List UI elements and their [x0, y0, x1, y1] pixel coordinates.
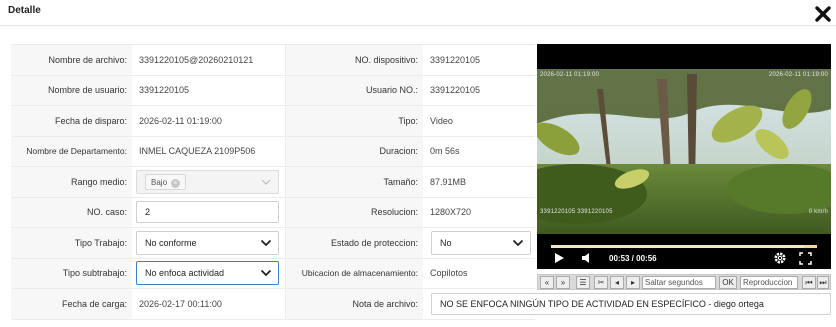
chevron-down-icon	[260, 270, 271, 277]
remove-tag-icon[interactable]: ×	[171, 179, 181, 189]
close-icon[interactable]	[812, 3, 834, 25]
value-tipo: Video	[423, 105, 535, 137]
detail-table: Nombre de archivo: 3391220105@2026021012…	[11, 44, 831, 320]
label-tipo: Tipo:	[285, 105, 423, 137]
video-frame[interactable]: 2026-02-11 01:19:00 2026-02-11 01:19:00 …	[537, 69, 831, 234]
label-fecha-disparo: Fecha de disparo:	[11, 105, 132, 137]
progress-fill	[551, 245, 804, 248]
label-resolucion: Resolucion:	[285, 196, 423, 228]
estado-proteccion-value: No	[440, 237, 452, 248]
label-no-dispositivo: NO. dispositivo:	[285, 44, 423, 76]
value-fecha-carga: 2026-02-17 00:11:00	[132, 288, 286, 320]
jump-seconds-input[interactable]: Saltar segundos	[642, 276, 716, 289]
chevron-down-icon	[260, 239, 271, 247]
tipo-trabajo-select[interactable]: No conforme	[136, 230, 279, 255]
osd-top-right: 2026-02-11 01:19:00	[768, 72, 828, 78]
play-icon[interactable]	[553, 252, 565, 264]
value-usuario-no: 3391220105	[423, 74, 535, 106]
value-nombre-archivo: 3391220105@20260210121	[139, 54, 254, 65]
label-tipo-subtrabajo: Tipo subtrabajo:	[11, 257, 132, 289]
progress-bar[interactable]	[551, 245, 817, 248]
label-duracion: Duracion:	[285, 135, 423, 167]
value-fecha-disparo: 2026-02-11 01:19:00	[132, 105, 286, 137]
chevron-down-icon	[261, 179, 270, 185]
chevron-down-icon	[512, 239, 524, 247]
rango-medio-tag-label: Bajo	[151, 178, 168, 188]
value-no-dispositivo: 3391220105	[423, 44, 535, 76]
time-display: 00:53 / 00:56	[609, 254, 657, 263]
table-row: Rango medio: Bajo × Tamaño: 87.91MB	[11, 166, 535, 198]
table-row: Fecha de disparo: 2026-02-11 01:19:00 Ti…	[11, 105, 535, 137]
value-duracion: 0m 56s	[423, 135, 535, 167]
gear-icon[interactable]	[773, 251, 787, 265]
value-tamano: 87.91MB	[423, 166, 535, 198]
table-row: Nombre de Departamento: INMEL CAQUEZA 21…	[11, 135, 535, 167]
video-player[interactable]: 2026-02-11 01:19:00 2026-02-11 01:19:00 …	[537, 44, 831, 269]
label-estado-proteccion: Estado de proteccion:	[285, 227, 423, 259]
tipo-trabajo-value: No conforme	[145, 237, 197, 248]
value-ubicacion: Copilotos	[423, 257, 535, 289]
next-file-icon[interactable]: ⏭	[817, 276, 829, 289]
label-nombre-usuario: Nombre de usuario:	[11, 74, 132, 106]
frame-back-icon[interactable]: ◂	[610, 276, 624, 289]
rango-medio-tag: Bajo ×	[145, 174, 187, 191]
player-toolbar: « » ☰ ✂ ◂ ▸ Saltar segundos OK Reproducc…	[537, 274, 831, 290]
rewind-icon[interactable]: «	[540, 276, 554, 289]
label-nota-archivo: Nota de archivo:	[285, 288, 423, 320]
tipo-subtrabajo-select[interactable]: No enfoca actividad	[136, 261, 279, 286]
frame-forward-icon[interactable]: ▸	[626, 276, 640, 289]
list-icon[interactable]: ☰	[576, 276, 590, 289]
table-row: Nombre de usuario: 3391220105 Usuario NO…	[11, 74, 535, 106]
osd-bottom-right: 0 km/h	[808, 209, 828, 215]
scissors-icon[interactable]: ✂	[594, 276, 608, 289]
label-rango-medio: Rango medio:	[11, 166, 132, 198]
value-resolucion: 1280X720	[423, 196, 535, 228]
label-ubicacion: Ubicacion de almacenamiento:	[285, 257, 423, 289]
label-tipo-trabajo: Tipo Trabajo:	[11, 227, 132, 259]
tipo-subtrabajo-value: No enfoca actividad	[145, 268, 225, 279]
table-row: NO. caso: 2 Resolucion: 1280X720	[11, 196, 535, 228]
label-tamano: Tamaño:	[285, 166, 423, 198]
label-usuario-no: Usuario NO.:	[285, 74, 423, 106]
no-caso-input[interactable]: 2	[136, 201, 279, 224]
table-row: Nombre de archivo: 3391220105@2026021012…	[11, 44, 535, 76]
fullscreen-icon[interactable]	[799, 252, 812, 265]
osd-top-left: 2026-02-11 01:19:00	[540, 72, 600, 78]
table-row: Tipo Trabajo: No conforme Estado de prot…	[11, 227, 535, 259]
playback-mode-button[interactable]: Reproduccion	[740, 276, 798, 289]
label-fecha-carga: Fecha de carga:	[11, 288, 132, 320]
volume-icon[interactable]	[581, 252, 595, 264]
value-departamento: INMEL CAQUEZA 2109P506	[139, 146, 256, 157]
previous-file-icon[interactable]: ⏮	[802, 276, 816, 289]
nota-archivo-input[interactable]: NO SE ENFOCA NINGÚN TIPO DE ACTIVIDAD EN…	[431, 292, 831, 315]
dialog-header: Detalle	[0, 0, 836, 26]
osd-bottom-left: 3391220105 3391220105	[540, 209, 613, 215]
dialog-title: Detalle	[8, 5, 41, 16]
estado-proteccion-select[interactable]: No	[431, 230, 531, 255]
rango-medio-select[interactable]: Bajo ×	[136, 169, 279, 194]
table-row: Tipo subtrabajo: No enfoca actividad Ubi…	[11, 257, 535, 289]
ok-button[interactable]: OK	[719, 276, 737, 289]
value-nombre-usuario: 3391220105	[132, 74, 286, 106]
table-row: Fecha de carga: 2026-02-17 00:11:00 Nota…	[11, 288, 831, 320]
fast-forward-icon[interactable]: »	[556, 276, 570, 289]
label-no-caso: NO. caso:	[11, 196, 132, 228]
label-departamento: Nombre de Departamento:	[11, 135, 132, 167]
label-nombre-archivo: Nombre de archivo:	[11, 44, 132, 76]
